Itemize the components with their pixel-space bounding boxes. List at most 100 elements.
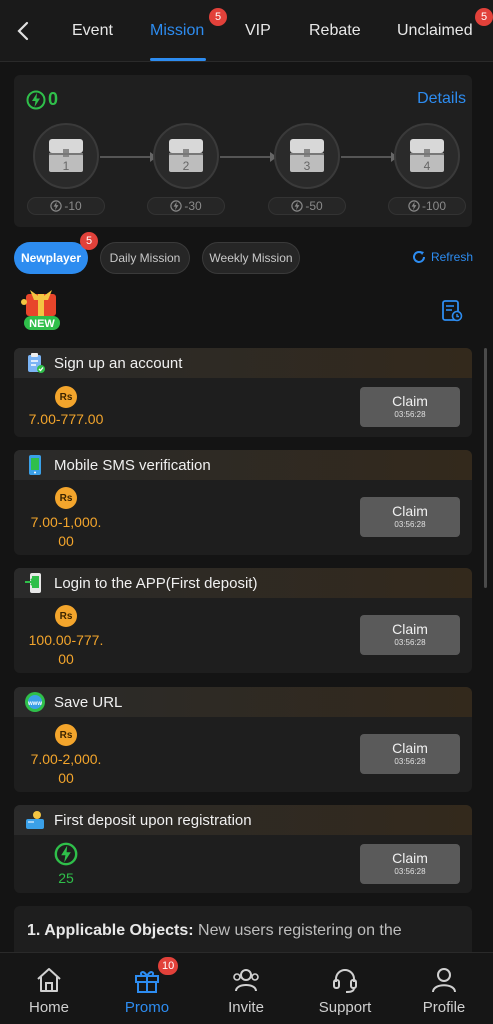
chest-cost-2: -30 [147, 197, 225, 215]
tab-rebate[interactable]: Rebate [309, 22, 361, 40]
bottom-nav: Home 10 Promo Invite Support Profile [0, 952, 493, 1024]
mission-title: Login to the APP(First deposit) [54, 574, 258, 592]
app-login-icon [25, 573, 41, 593]
scrollbar[interactable] [484, 348, 487, 588]
rupee-coin-icon: Rs [55, 386, 77, 408]
unclaimed-badge: 5 [475, 8, 493, 26]
mission-reward: 25 [14, 869, 118, 888]
active-tab-indicator [150, 58, 206, 61]
www-icon: www [25, 692, 45, 712]
mission-card: Login to the APP(First deposit) Rs 100.0… [14, 568, 472, 673]
tab-vip[interactable]: VIP [245, 22, 271, 40]
mission-title: Sign up an account [54, 354, 183, 372]
chest-icon [290, 139, 324, 172]
tab-mission[interactable]: Mission [150, 22, 204, 40]
nav-label: Support [318, 999, 372, 1016]
mission-card: www Save URL Rs 7.00-2,000. 00 Claim 03:… [14, 687, 472, 792]
treasure-chest-2[interactable]: 2 [153, 123, 219, 189]
top-tab-bar: Event Mission 5 VIP Rebate Unclaimed 5 [0, 0, 493, 62]
nav-label: Promo [124, 999, 170, 1016]
connector [220, 156, 272, 158]
chip-daily-mission[interactable]: Daily Mission [100, 242, 190, 274]
nav-label: Invite [228, 999, 264, 1016]
mission-title: Mobile SMS verification [54, 456, 211, 474]
nav-promo[interactable]: 10 Promo [98, 953, 196, 1024]
chest-cost-4: -100 [388, 197, 466, 215]
tab-unclaimed[interactable]: Unclaimed [397, 22, 473, 40]
claim-label: Claim [392, 740, 428, 756]
points-value: 0 [48, 89, 59, 109]
bolt-icon [54, 842, 78, 866]
headset-icon [333, 969, 357, 993]
nav-profile[interactable]: Profile [395, 953, 493, 1024]
nav-label: Home [28, 999, 69, 1016]
claim-button[interactable]: Claim 03:56:28 [360, 387, 460, 427]
mission-reward: 100.00-777. 00 [14, 631, 118, 669]
clipboard-icon [28, 353, 45, 373]
mission-header: Login to the APP(First deposit) [14, 568, 472, 598]
chest-cost-value: -100 [421, 199, 447, 213]
claim-button[interactable]: Claim 03:56:28 [360, 734, 460, 774]
mission-reward: 7.00-777.00 [14, 410, 118, 429]
reward-line: 100.00-777. [28, 632, 104, 648]
chip-weekly-mission[interactable]: Weekly Mission [202, 242, 300, 274]
phone-icon [29, 455, 41, 475]
chest-number: 3 [303, 159, 311, 173]
newplayer-badge: 5 [80, 232, 98, 250]
promo-badge: 10 [158, 957, 179, 975]
details-link[interactable]: Details [417, 90, 466, 108]
treasure-chest-3[interactable]: 3 [274, 123, 340, 189]
mission-reward: 7.00-2,000. 00 [14, 750, 118, 788]
chest-icon [410, 139, 444, 172]
reward-line: 7.00-777.00 [28, 411, 104, 427]
claim-button[interactable]: Claim 03:56:28 [360, 844, 460, 884]
claim-timer: 03:56:28 [394, 867, 426, 876]
points-display: 0 [26, 89, 58, 110]
mission-header: Mobile SMS verification [14, 450, 472, 480]
claim-button[interactable]: Claim 03:56:28 [360, 615, 460, 655]
home-icon [37, 968, 61, 992]
new-player-gift-icon: NEW [16, 288, 68, 334]
bolt-icon [408, 200, 420, 212]
record-list-icon[interactable] [440, 299, 464, 323]
bolt-icon [170, 200, 183, 212]
treasure-chest-4[interactable]: 4 [394, 123, 460, 189]
rupee-coin-icon: Rs [55, 487, 77, 509]
treasure-chest-1[interactable]: 1 [33, 123, 99, 189]
claim-label: Claim [392, 393, 428, 409]
claim-label: Claim [392, 850, 428, 866]
mission-header: First deposit upon registration [14, 805, 472, 835]
connector [100, 156, 152, 158]
chip-newplayer[interactable]: Newplayer [14, 242, 88, 274]
points-progress-panel: 0 Details 1 2 3 4 -10 -30 -50 -100 [14, 75, 472, 227]
refresh-icon [412, 251, 425, 263]
mission-title: First deposit upon registration [54, 811, 252, 829]
reward-line: 7.00-2,000. [30, 751, 102, 767]
rupee-coin-icon: Rs [55, 724, 77, 746]
nav-home[interactable]: Home [0, 953, 98, 1024]
nav-label: Profile [422, 999, 466, 1016]
back-icon[interactable] [12, 18, 36, 44]
reward-line: 00 [58, 651, 74, 667]
rules-heading: 1. Applicable Objects: [27, 922, 194, 939]
rupee-coin-icon: Rs [55, 605, 77, 627]
reward-line: 7.00-1,000. [30, 514, 102, 530]
nav-support[interactable]: Support [296, 953, 394, 1024]
tab-event[interactable]: Event [72, 22, 113, 40]
claim-label: Claim [392, 503, 428, 519]
chest-number: 1 [62, 159, 70, 173]
nav-invite[interactable]: Invite [197, 953, 295, 1024]
bolt-icon [50, 200, 63, 212]
rules-text: New users registering on the [193, 922, 402, 939]
mission-card: Sign up an account Rs 7.00-777.00 Claim … [14, 348, 472, 437]
claim-button[interactable]: Claim 03:56:28 [360, 497, 460, 537]
new-label: NEW [29, 318, 55, 330]
refresh-label: Refresh [430, 250, 473, 264]
svg-text:www: www [27, 701, 42, 707]
chest-cost-value: -30 [184, 199, 202, 213]
refresh-button[interactable]: Refresh [411, 249, 473, 265]
claim-timer: 03:56:28 [394, 520, 426, 529]
connector [341, 156, 393, 158]
chest-number: 2 [182, 159, 190, 173]
chest-cost-value: -10 [64, 199, 82, 213]
